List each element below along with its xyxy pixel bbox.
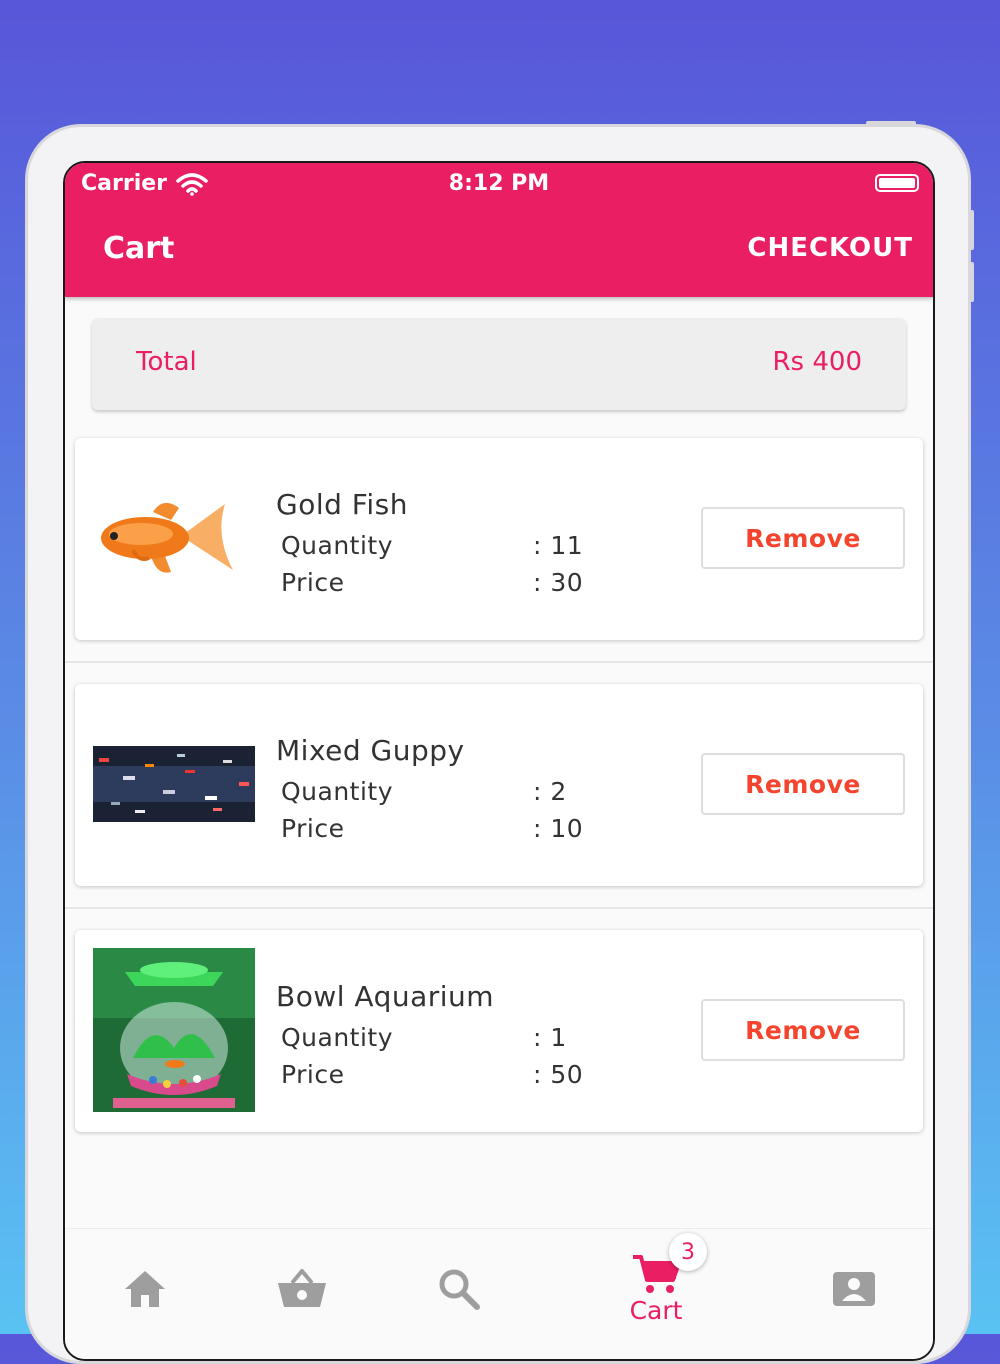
item-name: Bowl Aquarium (276, 980, 495, 1013)
quantity-value: : 2 (533, 777, 567, 806)
device-side-button (970, 210, 974, 250)
item-divider (65, 661, 933, 663)
cart-item: Mixed Guppy Quantity : 2 Price : 10 Remo… (75, 684, 923, 886)
item-divider (65, 907, 933, 909)
quantity-label: Quantity (281, 1023, 394, 1052)
nav-item-search[interactable] (399, 1229, 519, 1349)
battery-icon (875, 174, 919, 192)
basket-icon (278, 1269, 326, 1307)
device-side-button (970, 262, 974, 302)
search-icon (439, 1269, 480, 1310)
page-title: Cart (103, 231, 175, 266)
nav-item-account[interactable] (794, 1229, 914, 1349)
item-name: Mixed Guppy (276, 734, 465, 767)
quantity-label: Quantity (281, 777, 394, 806)
price-value: : 10 (533, 814, 584, 843)
cart-item: Bowl Aquarium Quantity : 1 Price : 50 Re… (75, 930, 923, 1132)
quantity-value: : 1 (533, 1023, 567, 1052)
cart-item: Gold Fish Quantity : 11 Price : 30 Remov… (75, 438, 923, 640)
remove-button[interactable]: Remove (701, 999, 905, 1061)
app-screen: Carrier 8:12 PM Cart CHECKOUT Total Rs 4… (63, 161, 935, 1361)
price-value: : 50 (533, 1060, 584, 1089)
quantity-label: Quantity (281, 531, 394, 560)
item-name: Gold Fish (276, 488, 408, 521)
total-value: Rs 400 (772, 347, 862, 377)
cart-total-card: Total Rs 400 (92, 318, 906, 410)
bottom-navigation: Cart 3 (65, 1228, 933, 1359)
price-label: Price (281, 1060, 345, 1089)
mixed-guppy-image (93, 746, 255, 822)
status-bar: Carrier 8:12 PM (65, 171, 933, 201)
nav-item-shop[interactable] (242, 1229, 362, 1349)
total-label: Total (136, 347, 197, 377)
gold-fish-image (93, 496, 239, 582)
price-value: : 30 (533, 568, 584, 597)
nav-item-home[interactable] (85, 1229, 205, 1349)
cart-count-badge: 3 (669, 1233, 707, 1271)
remove-button[interactable]: Remove (701, 753, 905, 815)
remove-button[interactable]: Remove (701, 507, 905, 569)
status-time: 8:12 PM (448, 171, 550, 196)
checkout-button[interactable]: CHECKOUT (747, 233, 913, 263)
price-label: Price (281, 568, 345, 597)
bowl-aquarium-image (93, 948, 255, 1112)
account-icon (833, 1272, 875, 1306)
device-top-button (866, 121, 916, 125)
nav-label-cart: Cart (629, 1295, 683, 1325)
home-icon (125, 1271, 165, 1307)
app-bar: Carrier 8:12 PM Cart CHECKOUT (65, 163, 933, 297)
price-label: Price (281, 814, 345, 843)
quantity-value: : 11 (533, 531, 584, 560)
